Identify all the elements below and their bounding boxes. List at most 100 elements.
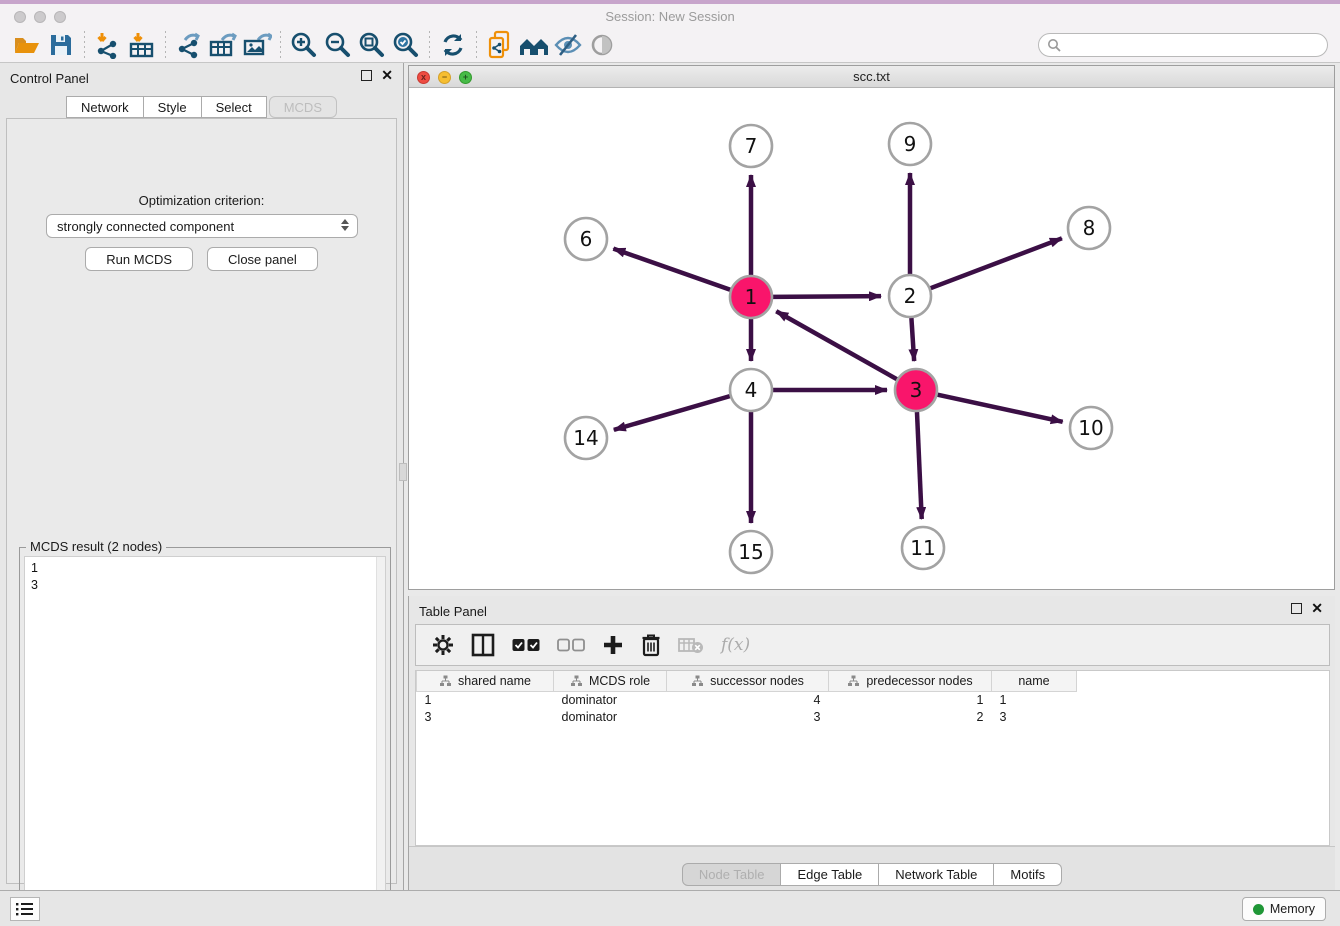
function-builder-icon[interactable]: f(x) [721,635,750,655]
open-session-icon[interactable] [10,30,44,60]
create-column-icon[interactable] [602,634,624,656]
search-box[interactable] [1038,33,1328,57]
node-table[interactable]: shared name MCDS rolesuccessor nodes prede… [416,671,1077,725]
first-neighbors-icon[interactable] [517,30,551,60]
table-tab-motifs[interactable]: Motifs [994,863,1062,886]
zoom-out-icon[interactable] [321,30,355,60]
panel-splitter-grip[interactable] [399,463,407,481]
toolbar-separator [165,31,166,59]
show-column-panel-icon[interactable] [471,633,495,657]
column-label: name [1018,674,1049,688]
column-label: shared name [458,674,531,688]
float-table-panel-icon[interactable] [1291,603,1302,614]
edge-3-11[interactable] [917,412,922,519]
select-all-columns-icon[interactable] [512,638,540,652]
zoom-fit-icon[interactable] [355,30,389,60]
zoom-selected-icon[interactable] [389,30,423,60]
optimization-criterion-label: Optimization criterion: [7,193,396,208]
table-tab-node-table[interactable]: Node Table [682,863,782,886]
task-history-button[interactable] [10,897,40,921]
show-graphics-details-icon[interactable] [585,30,619,60]
result-scrollbar[interactable] [376,557,385,921]
control-tab-style[interactable]: Style [144,96,202,118]
deselect-all-columns-icon[interactable] [557,638,585,652]
zoom-in-icon[interactable] [287,30,321,60]
node-table-container: shared name MCDS rolesuccessor nodes prede… [415,670,1330,846]
close-table-panel-icon[interactable]: ✕ [1311,603,1323,614]
control-panel-header: Control Panel ✕ [0,63,403,89]
close-panel-button[interactable]: Close panel [207,247,318,271]
cell-predecessor-nodes[interactable]: 1 [829,691,992,708]
edge-4-14[interactable] [614,396,730,430]
search-icon [1047,38,1061,52]
node-label-3: 3 [910,378,923,402]
node-label-1: 1 [745,285,758,309]
cell-predecessor-nodes[interactable]: 2 [829,708,992,725]
edge-3-1[interactable] [776,311,897,379]
cell-MCDS-role[interactable]: dominator [554,691,667,708]
delete-column-icon[interactable] [641,633,661,657]
run-mcds-button[interactable]: Run MCDS [85,247,193,271]
control-tab-select[interactable]: Select [202,96,267,118]
edge-1-2[interactable] [773,296,881,297]
table-row[interactable]: 1dominator411 [417,691,1077,708]
column-header-successor-nodes[interactable]: successor nodes [667,671,829,691]
memory-label: Memory [1270,902,1315,916]
task-list-icon [16,902,34,916]
column-header-predecessor-nodes[interactable]: predecessor nodes [829,671,992,691]
attribute-type-icon [570,675,583,687]
cell-MCDS-role[interactable]: dominator [554,708,667,725]
search-input[interactable] [1061,35,1327,55]
table-panel: Table Panel ✕ [408,596,1335,890]
node-label-4: 4 [745,378,758,402]
edge-1-6[interactable] [613,249,730,290]
table-row[interactable]: 3dominator323 [417,708,1077,725]
network-file-icon[interactable] [483,30,517,60]
column-header-shared-name[interactable]: shared name [417,671,554,691]
table-tabs-strip: Node TableEdge TableNetwork TableMotifs [409,846,1335,890]
export-network-icon[interactable] [172,30,206,60]
float-panel-icon[interactable] [361,70,372,81]
table-tabs: Node TableEdge TableNetwork TableMotifs [409,863,1335,886]
cell-successor-nodes[interactable]: 4 [667,691,829,708]
mcds-result-title: MCDS result (2 nodes) [26,539,166,554]
edge-2-3[interactable] [911,318,914,361]
cell-shared-name[interactable]: 3 [417,708,554,725]
table-panel-title: Table Panel [419,604,487,619]
export-image-icon[interactable] [240,30,274,60]
delete-table-icon[interactable] [678,636,704,654]
node-label-15: 15 [738,540,763,564]
select-chevrons-icon [341,219,349,231]
close-panel-icon[interactable]: ✕ [381,70,393,81]
import-network-icon[interactable] [91,30,125,60]
cell-successor-nodes[interactable]: 3 [667,708,829,725]
attribute-type-icon [847,675,860,687]
table-tab-network-table[interactable]: Network Table [879,863,994,886]
control-tab-network[interactable]: Network [66,96,144,118]
network-canvas[interactable]: 7968124314101511 [409,88,1334,589]
save-session-icon[interactable] [44,30,78,60]
attribute-type-icon [691,675,704,687]
node-label-9: 9 [904,132,917,156]
mcds-result-textarea[interactable]: 1 3 [24,556,386,922]
control-tab-mcds[interactable]: MCDS [269,96,337,118]
node-label-6: 6 [580,227,593,251]
cell-shared-name[interactable]: 1 [417,691,554,708]
edge-2-8[interactable] [931,238,1062,288]
table-settings-gear-icon[interactable] [432,634,454,656]
table-tab-edge-table[interactable]: Edge Table [781,863,879,886]
hide-graphics-details-icon[interactable] [551,30,585,60]
column-header-MCDS-role[interactable]: MCDS role [554,671,667,691]
column-label: predecessor nodes [866,674,972,688]
cell-name[interactable]: 3 [992,708,1077,725]
edge-3-10[interactable] [937,395,1062,422]
apply-layout-icon[interactable] [436,30,470,60]
import-table-icon[interactable] [125,30,159,60]
column-header-name[interactable]: name [992,671,1077,691]
main-toolbar [0,27,1340,63]
memory-button[interactable]: Memory [1242,897,1326,921]
network-window-titlebar[interactable]: x − + scc.txt [409,66,1334,88]
cell-name[interactable]: 1 [992,691,1077,708]
optimization-criterion-select[interactable]: strongly connected component [46,214,358,238]
export-table-icon[interactable] [206,30,240,60]
